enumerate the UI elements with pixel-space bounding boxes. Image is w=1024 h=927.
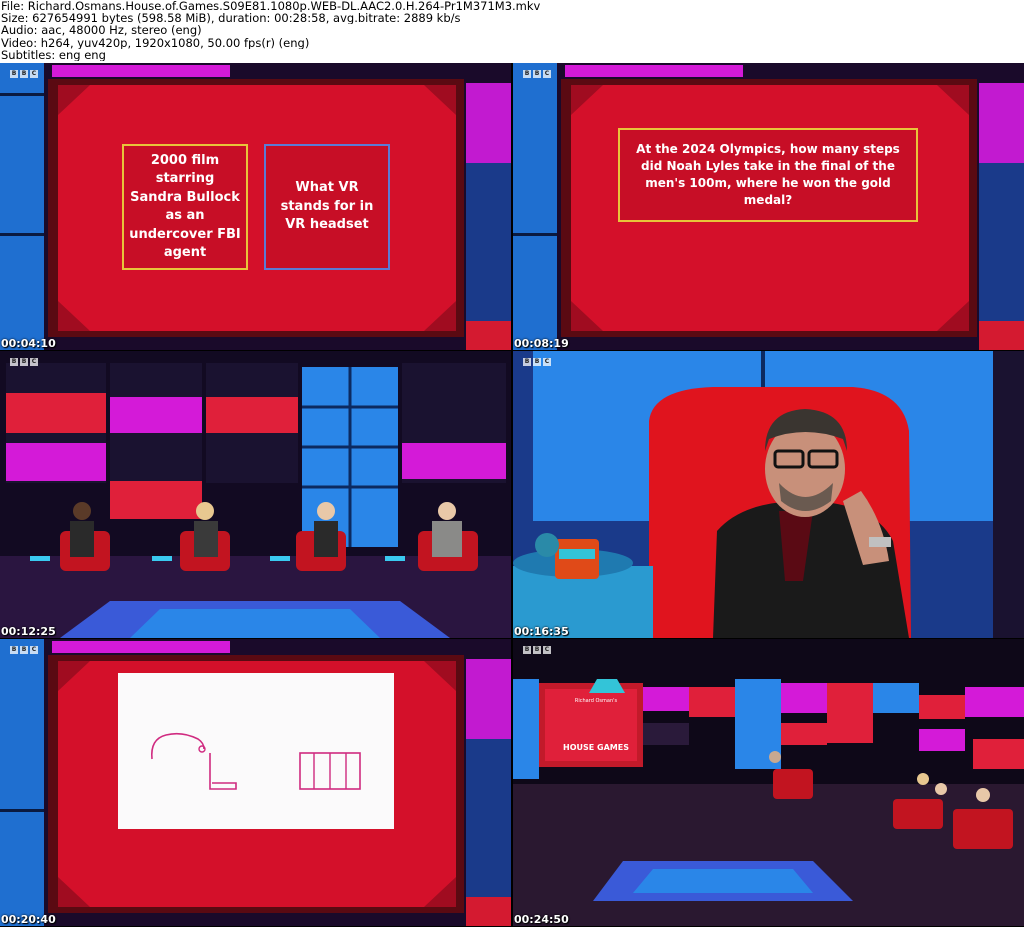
video-info: Video: h264, yuv420p, 1920x1080, 50.00 f… <box>1 36 310 49</box>
frame-2: BBC At the 2024 Olympics, how many steps… <box>513 63 1024 350</box>
question-card: At the 2024 Olympics, how many steps did… <box>636 142 900 207</box>
bbc-logo: BBC <box>10 358 38 366</box>
bbc-logo: BBC <box>10 70 38 78</box>
file-size: Size: 627654991 bytes (598.58 MiB), dura… <box>1 12 461 25</box>
thumbnail-grid: BBC 2000 film starring Sandra Bullock as… <box>0 63 1024 927</box>
frame-5-scene <box>0 639 511 926</box>
frame-6: BBC Richard Osman's HOUSE GAMES 00:24:50 <box>513 639 1024 926</box>
bbc-logo: BBC <box>523 70 551 78</box>
frame-1: BBC 2000 film starring Sandra Bullock as… <box>0 63 511 350</box>
timestamp: 00:24:50 <box>514 913 569 926</box>
frame-6-scene <box>513 639 1024 926</box>
bbc-logo: BBC <box>523 358 551 366</box>
timestamp: 00:04:10 <box>1 337 56 350</box>
clue-card-left: 2000 film starring Sandra Bullock as an … <box>129 152 241 261</box>
frame-4-scene <box>513 351 1024 638</box>
file-name: File: Richard.Osmans.House.of.Games.S09E… <box>1 0 541 13</box>
timestamp: 00:16:35 <box>514 625 569 638</box>
timestamp: 00:08:19 <box>514 337 569 350</box>
frame-4: BBC 00:16:35 <box>513 351 1024 638</box>
timestamp: 00:12:25 <box>1 625 56 638</box>
frame-3-scene <box>0 351 511 638</box>
frame-1-scene <box>0 63 511 350</box>
timestamp: 00:20:40 <box>1 913 56 926</box>
bbc-logo: BBC <box>523 646 551 654</box>
file-info-header: File: Richard.Osmans.House.of.Games.S09E… <box>0 0 1024 63</box>
audio-info: Audio: aac, 48000 Hz, stereo (eng) <box>1 24 202 37</box>
logo-main-text: HOUSE GAMES <box>563 743 629 752</box>
clue-card-right: What VR stands for in VR headset <box>280 180 374 233</box>
frame-5: BBC 00:20:40 <box>0 639 511 926</box>
bbc-logo: BBC <box>10 646 38 654</box>
logo-small-text: Richard Osman's <box>574 698 618 704</box>
frame-3: BBC 00:12:25 <box>0 351 511 638</box>
subtitles-info: Subtitles: eng eng <box>1 48 106 62</box>
